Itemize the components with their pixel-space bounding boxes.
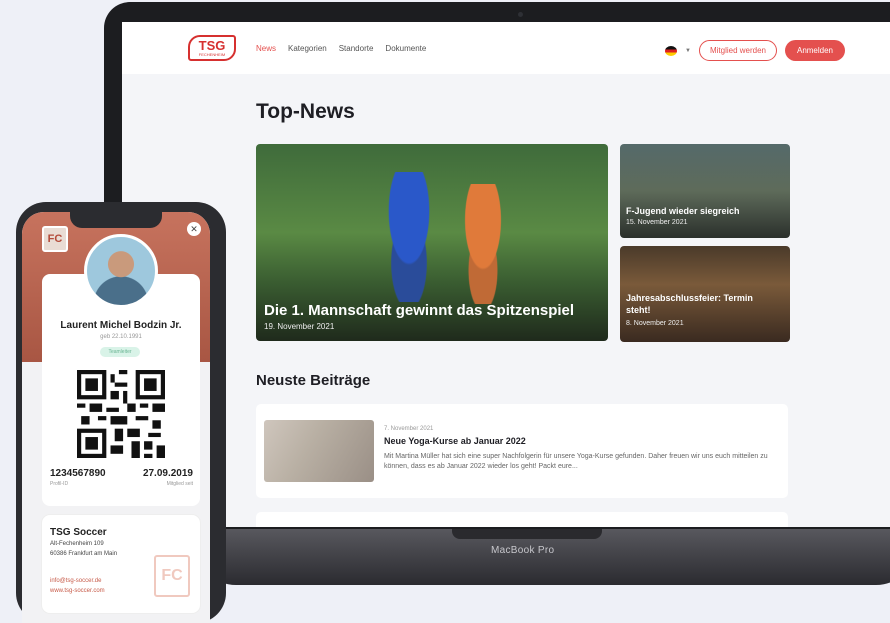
top-news-main-tile[interactable]: Die 1. Mannschaft gewinnt das Spitzenspi… [256, 144, 608, 341]
post-date: 7. November 2021 [384, 426, 434, 432]
avatar [84, 234, 158, 308]
club-watermark-icon: FC [154, 555, 190, 597]
phone-notch [70, 212, 162, 228]
logo-subtext: FECHENHEIM [198, 51, 226, 57]
member-since-label: Mitglied seit [166, 481, 193, 487]
news-date: 15. November 2021 [626, 219, 688, 226]
join-button[interactable]: Mitglied werden [698, 40, 777, 61]
post-excerpt: Mit Martina Müller hat sich eine super N… [384, 453, 768, 470]
club-email-link[interactable]: info@tsg-soccer.de [50, 578, 101, 584]
site-header: TSG FECHENHEIM News Kategorien Standorte… [122, 22, 890, 74]
latest-heading: Neuste Beiträge [256, 372, 371, 389]
header-actions: ▼ Mitglied werden Anmelden [665, 40, 846, 61]
member-birthdate: geb 22.10.1991 [100, 334, 142, 340]
club-website-link[interactable]: www.tsg-soccer.com [50, 588, 105, 594]
news-date: 8. November 2021 [626, 320, 684, 327]
qr-code-icon [77, 370, 165, 458]
news-title: Jahresabschlussfeier: Termin steht! [626, 293, 753, 315]
club-card: TSG Soccer Alt-Fechenheim 109 60386 Fran… [42, 515, 200, 613]
club-city: 60386 Frankfurt am Main [50, 551, 118, 557]
nav-item-standorte[interactable]: Standorte [339, 44, 374, 53]
login-button[interactable]: Anmelden [784, 40, 846, 61]
nav-item-news[interactable]: News [256, 44, 276, 53]
post-title: Neue Yoga-Kurse ab Januar 2022 [384, 436, 526, 446]
player-orange-image [452, 184, 514, 304]
status-badge: Teamleiter [100, 347, 140, 357]
news-date: 19. November 2021 [264, 322, 335, 331]
main-nav: News Kategorien Standorte Dokumente [256, 44, 426, 53]
profile-id-label: Profil-ID [50, 481, 69, 487]
player-blue-image [374, 172, 444, 302]
laptop-base [196, 529, 890, 585]
top-news-tile[interactable]: Jahresabschlussfeier: Termin steht! 8. N… [620, 246, 790, 342]
club-badge-icon: FC [42, 226, 68, 252]
member-name: Laurent Michel Bodzin Jr. [60, 320, 182, 331]
laptop-brand: MacBook Pro [491, 545, 555, 556]
top-news-heading: Top-News [256, 100, 355, 123]
laptop-camera [518, 12, 523, 17]
profile-id: 1234567890 [50, 468, 106, 479]
club-logo[interactable]: TSG FECHENHEIM [188, 35, 236, 61]
close-icon[interactable]: ✕ [187, 222, 201, 236]
chevron-down-icon[interactable]: ▼ [685, 48, 691, 54]
post-card[interactable] [256, 512, 788, 527]
logo-text: TSG [198, 37, 226, 53]
post-card[interactable]: 7. November 2021 Neue Yoga-Kurse ab Janu… [256, 404, 788, 498]
club-name: TSG Soccer [50, 527, 107, 538]
top-news-tile[interactable]: F-Jugend wieder siegreich 15. November 2… [620, 144, 790, 238]
german-flag-icon[interactable] [665, 45, 677, 56]
post-image [264, 420, 374, 482]
news-title: F-Jugend wieder siegreich [626, 206, 740, 216]
news-title: Die 1. Mannschaft gewinnt das Spitzenspi… [264, 302, 575, 319]
phone-screen: FC ✕ Laurent Michel Bodzin Jr. geb 22.10… [22, 212, 210, 623]
laptop-screen: TSG FECHENHEIM News Kategorien Standorte… [122, 22, 890, 527]
member-since: 27.09.2019 [142, 468, 193, 479]
club-street: Alt-Fechenheim 109 [50, 541, 104, 547]
nav-item-dokumente[interactable]: Dokumente [385, 44, 426, 53]
nav-item-kategorien[interactable]: Kategorien [288, 44, 327, 53]
laptop-hinge [452, 529, 602, 539]
